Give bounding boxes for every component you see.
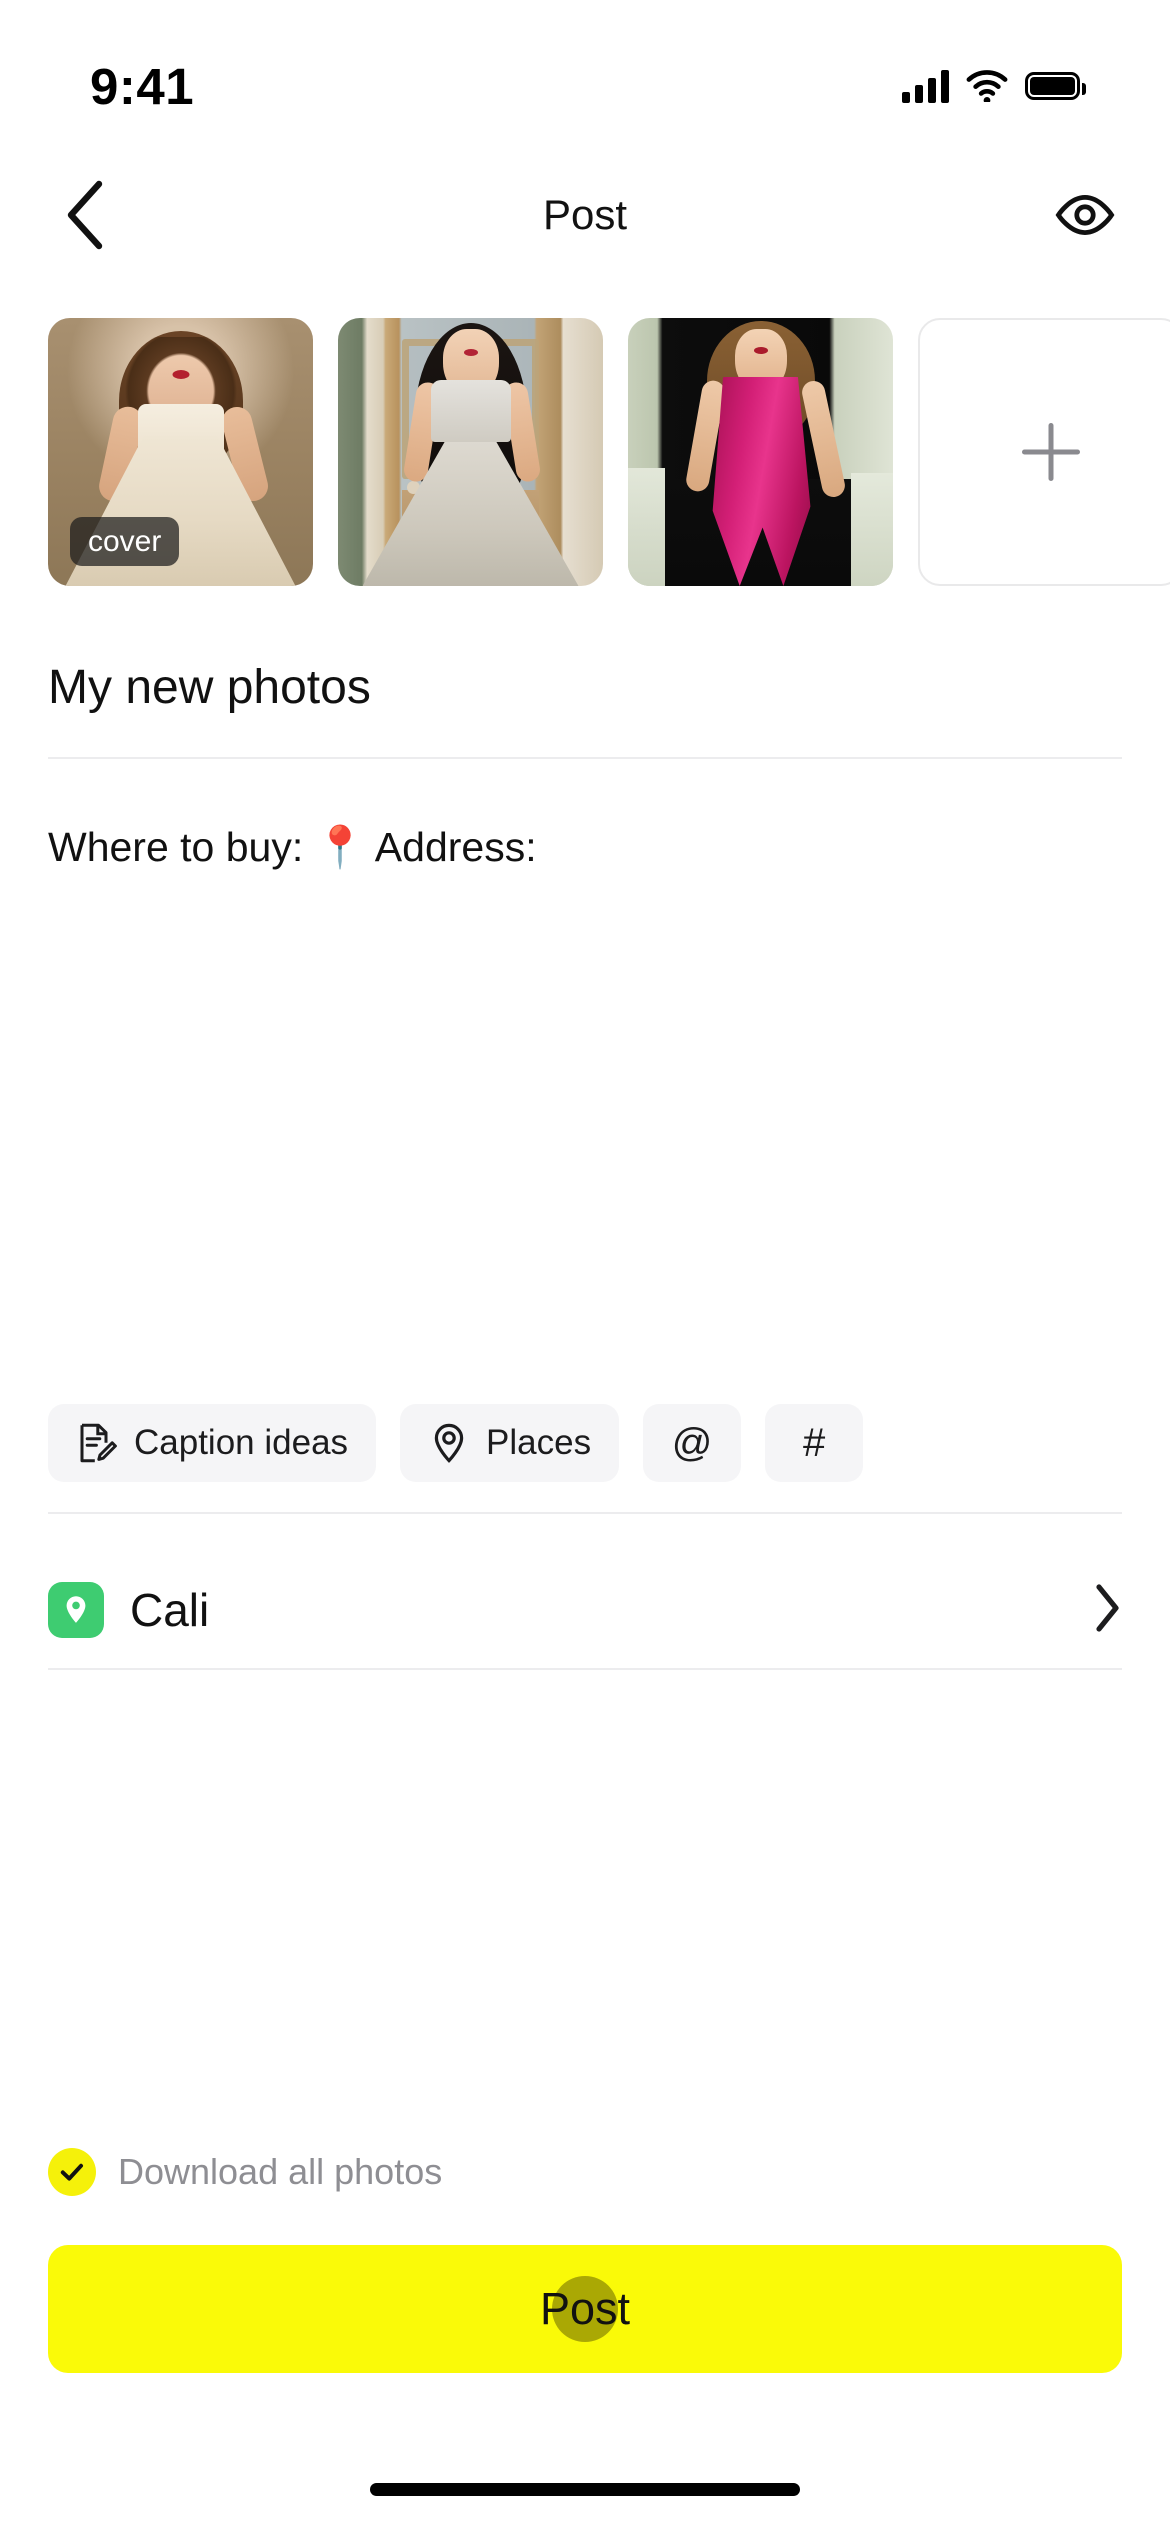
navigation-bar: Post	[0, 160, 1170, 270]
thumbnail-image	[338, 318, 603, 586]
hashtag-chip[interactable]: #	[765, 1404, 864, 1482]
cellular-signal-icon	[902, 69, 949, 103]
location-pin-icon	[48, 1582, 104, 1638]
back-chevron-icon	[67, 180, 103, 250]
thumbnail-item[interactable]	[338, 318, 603, 586]
battery-icon	[1025, 72, 1086, 100]
post-title-input[interactable]: My new photos	[48, 660, 1122, 715]
status-bar-time: 9:41	[90, 57, 195, 115]
places-label: Places	[486, 1423, 592, 1462]
thumbnail-item[interactable]: cover	[48, 318, 313, 586]
places-chip[interactable]: Places	[400, 1404, 620, 1482]
title-divider	[48, 757, 1122, 759]
wifi-icon	[966, 70, 1008, 102]
phone-screen: 9:41 Post cover My new photos Where to b…	[0, 0, 1170, 2532]
thumbnail-item[interactable]	[628, 318, 893, 586]
checkmark-icon	[60, 2163, 83, 2181]
preview-button[interactable]	[1050, 180, 1120, 250]
cover-badge: cover	[70, 517, 180, 566]
caption-ideas-label: Caption ideas	[134, 1423, 349, 1462]
mention-chip[interactable]: @	[643, 1404, 742, 1482]
location-pin-icon	[434, 1423, 464, 1463]
location-row[interactable]: Cali	[48, 1568, 1122, 1652]
post-button[interactable]: Post	[48, 2245, 1122, 2373]
plus-icon	[1022, 423, 1080, 481]
compose-toolbar: Caption ideas Places @ #	[48, 1404, 1122, 1482]
back-button[interactable]	[50, 180, 120, 250]
hashtag-icon: #	[802, 1421, 826, 1465]
status-bar-indicators	[902, 69, 1086, 103]
status-bar: 9:41	[0, 0, 1170, 150]
post-button-label: Post	[539, 2283, 631, 2334]
toolbar-divider	[48, 1512, 1122, 1514]
media-thumbnail-strip[interactable]: cover	[0, 318, 1170, 586]
eye-icon	[1055, 194, 1115, 236]
download-checkbox[interactable]	[48, 2148, 96, 2196]
caption-ideas-chip[interactable]: Caption ideas	[48, 1404, 377, 1482]
home-indicator	[370, 2483, 800, 2496]
add-photo-button[interactable]	[918, 318, 1170, 586]
location-name: Cali	[130, 1584, 210, 1636]
post-body-input[interactable]: Where to buy: 📍 Address:	[48, 820, 1122, 875]
download-all-photos-label: Download all photos	[118, 2151, 443, 2192]
at-sign-icon: @	[671, 1421, 713, 1465]
chevron-right-icon[interactable]	[1092, 1582, 1122, 1639]
download-all-photos-row[interactable]: Download all photos	[48, 2142, 1122, 2202]
thumbnail-image	[628, 318, 893, 586]
location-divider	[48, 1668, 1122, 1670]
caption-ideas-icon	[80, 1423, 117, 1463]
page-title: Post	[542, 191, 628, 238]
